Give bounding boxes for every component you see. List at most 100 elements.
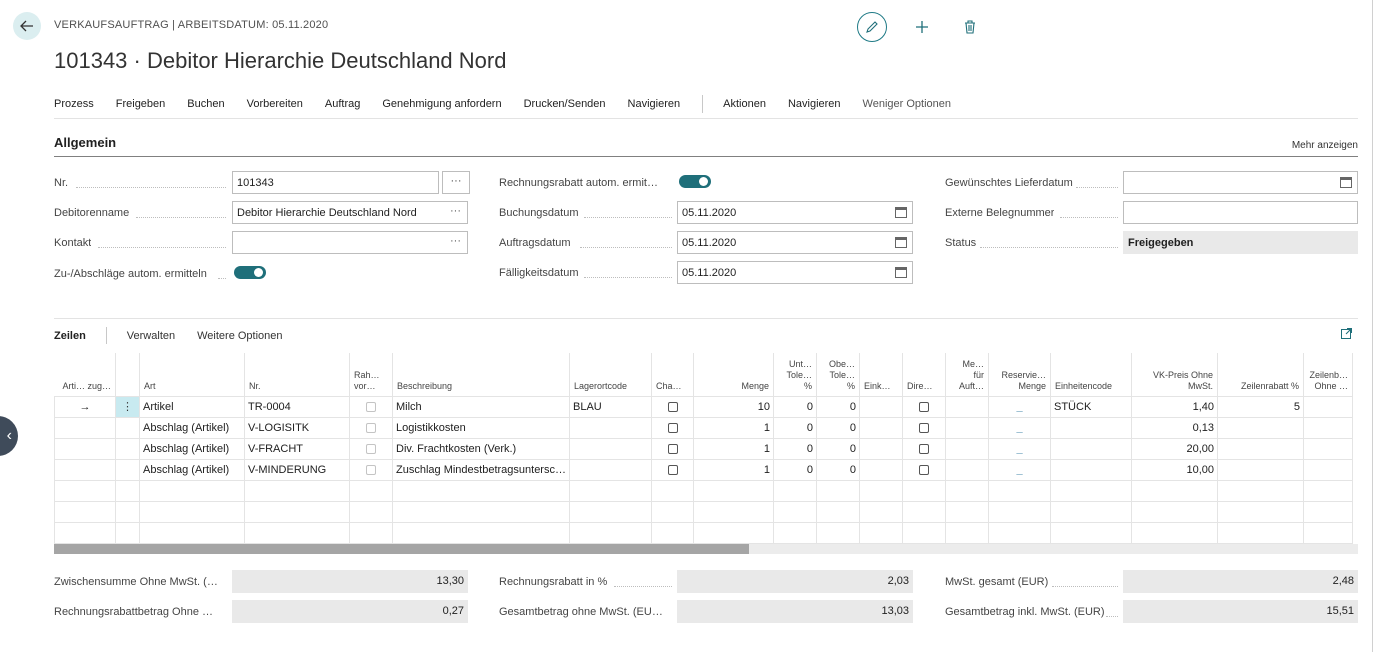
row-menu-icon[interactable]: ⋮	[115, 395, 140, 418]
cell-einkauf[interactable]	[859, 416, 903, 439]
rechnungsrabatt-toggle[interactable]	[679, 175, 711, 188]
cell-beschreibung[interactable]: Zuschlag Mindestbetragsuntersc…	[392, 458, 570, 481]
col-header[interactable]: Lagerortcode	[569, 353, 652, 396]
cell-nr[interactable]: TR-0004	[244, 395, 350, 418]
debitorenname-field[interactable]: Debitor Hierarchie Deutschland Nord ···	[232, 201, 468, 224]
cell-nr[interactable]: V-LOGISITK	[244, 416, 350, 439]
cell-einheit[interactable]	[1050, 458, 1132, 481]
cell-beschreibung[interactable]: Milch	[392, 395, 570, 418]
col-header[interactable]: Reservie… Menge	[988, 353, 1051, 396]
new-button[interactable]	[907, 12, 937, 42]
table-row[interactable]: Abschlag (Artikel) V-MINDERUNG Zuschlag …	[54, 458, 1353, 481]
cell-einkauf[interactable]	[859, 437, 903, 460]
table-row[interactable]: Abschlag (Artikel) V-FRACHT Div. Frachtk…	[54, 437, 1353, 460]
cell-charge[interactable]	[651, 458, 694, 481]
col-header[interactable]: Rah… vor…	[349, 353, 393, 396]
col-header[interactable]: Obe… Tole… %	[816, 353, 860, 396]
calendar-icon[interactable]	[895, 207, 907, 218]
cell-zeilenrabatt[interactable]	[1217, 437, 1304, 460]
cell-obe-tol[interactable]: 0	[816, 395, 860, 418]
col-header[interactable]: Zeilenrabatt %	[1217, 353, 1304, 396]
checkbox[interactable]	[667, 422, 678, 433]
checkbox[interactable]	[667, 443, 678, 454]
delete-button[interactable]	[955, 12, 985, 42]
empty-row[interactable]	[54, 500, 1353, 523]
cell-beschreibung[interactable]: Div. Frachtkosten (Verk.)	[392, 437, 570, 460]
nr-field[interactable]: 101343	[232, 171, 439, 194]
cell-einheit[interactable]: STÜCK	[1050, 395, 1132, 418]
tab-zeilen[interactable]: Zeilen	[54, 330, 86, 342]
col-header[interactable]: Beschreibung	[392, 353, 570, 396]
faelligkeitsdatum-field[interactable]: 05.11.2020	[677, 261, 913, 284]
col-header[interactable]: Arti… zug…	[54, 353, 116, 396]
section-title-allgemein[interactable]: Allgemein	[54, 135, 116, 150]
cell-einkauf[interactable]	[859, 458, 903, 481]
empty-row[interactable]	[54, 521, 1353, 544]
nr-assist-button[interactable]: ···	[442, 171, 470, 194]
tab-weitere-optionen[interactable]: Weitere Optionen	[197, 330, 282, 342]
row-menu-cell[interactable]	[115, 437, 140, 460]
back-button[interactable]	[13, 12, 41, 40]
cell-menge-auftrag[interactable]	[945, 458, 989, 481]
kontakt-field[interactable]: ···	[232, 231, 468, 254]
col-header[interactable]: Cha…	[651, 353, 694, 396]
show-more-link[interactable]: Mehr anzeigen	[1292, 140, 1358, 151]
cell-preis[interactable]: 1,40	[1131, 395, 1218, 418]
cell-direkt[interactable]	[902, 395, 946, 418]
table-row[interactable]: → ⋮ Artikel TR-0004 Milch BLAU 10 0 0 _ …	[54, 395, 1353, 418]
expand-icon[interactable]	[1341, 328, 1352, 342]
cell-zeilenbetrag[interactable]	[1303, 395, 1353, 418]
action-buchen[interactable]: Buchen	[187, 98, 224, 110]
col-header[interactable]: Menge	[693, 353, 774, 396]
cell-menge[interactable]: 1	[693, 437, 774, 460]
cell-zeilenbetrag[interactable]	[1303, 416, 1353, 439]
action-drucken-senden[interactable]: Drucken/Senden	[524, 98, 606, 110]
cell-charge[interactable]	[651, 437, 694, 460]
col-header[interactable]: Eink…	[859, 353, 903, 396]
cell-obe-tol[interactable]: 0	[816, 437, 860, 460]
cell-reserviert[interactable]: _	[988, 437, 1051, 460]
cell-menge[interactable]: 1	[693, 458, 774, 481]
cell-nr[interactable]: V-FRACHT	[244, 437, 350, 460]
cell-preis[interactable]: 10,00	[1131, 458, 1218, 481]
calendar-icon[interactable]	[895, 237, 907, 248]
cell-menge[interactable]: 10	[693, 395, 774, 418]
auftragsdatum-field[interactable]: 05.11.2020	[677, 231, 913, 254]
cell-charge[interactable]	[651, 416, 694, 439]
debitorenname-assist-icon[interactable]: ···	[450, 205, 461, 217]
cell-direkt[interactable]	[902, 458, 946, 481]
action-auftrag[interactable]: Auftrag	[325, 98, 360, 110]
action-vorbereiten[interactable]: Vorbereiten	[247, 98, 303, 110]
table-row[interactable]: Abschlag (Artikel) V-LOGISITK Logistikko…	[54, 416, 1353, 439]
empty-row[interactable]	[54, 479, 1353, 502]
cell-reserviert[interactable]: _	[988, 395, 1051, 418]
scrollbar-thumb[interactable]	[54, 544, 749, 554]
collapse-panel-button[interactable]: ‹	[0, 416, 18, 456]
checkbox[interactable]	[667, 464, 678, 475]
cell-art[interactable]: Artikel	[139, 395, 245, 418]
checkbox[interactable]	[919, 422, 929, 433]
cell-nr[interactable]: V-MINDERUNG	[244, 458, 350, 481]
rabattbetrag-value[interactable]: 0,27	[232, 600, 468, 623]
cell-zeilenrabatt[interactable]	[1217, 458, 1304, 481]
col-header[interactable]: Me… für Auft…	[945, 353, 989, 396]
cell-unt-tol[interactable]: 0	[773, 395, 817, 418]
col-header[interactable]: Unt… Tole… %	[773, 353, 817, 396]
row-menu-cell[interactable]	[115, 416, 140, 439]
cell-zeilenrabatt[interactable]	[1217, 416, 1304, 439]
action-genehmigung[interactable]: Genehmigung anfordern	[382, 98, 501, 110]
cell-menge-auftrag[interactable]	[945, 416, 989, 439]
tab-verwalten[interactable]: Verwalten	[127, 330, 175, 342]
cell-lagerort[interactable]	[569, 437, 652, 460]
cell-charge[interactable]	[651, 395, 694, 418]
action-navigieren-2[interactable]: Navigieren	[788, 98, 841, 110]
action-freigeben[interactable]: Freigeben	[116, 98, 166, 110]
zuabschlaege-toggle[interactable]	[234, 266, 266, 279]
cell-art[interactable]: Abschlag (Artikel)	[139, 458, 245, 481]
cell-preis[interactable]: 20,00	[1131, 437, 1218, 460]
cell-zeilenrabatt[interactable]: 5	[1217, 395, 1304, 418]
cell-zeilenbetrag[interactable]	[1303, 437, 1353, 460]
kontakt-assist-icon[interactable]: ···	[450, 235, 461, 247]
cell-direkt[interactable]	[902, 437, 946, 460]
cell-einheit[interactable]	[1050, 416, 1132, 439]
